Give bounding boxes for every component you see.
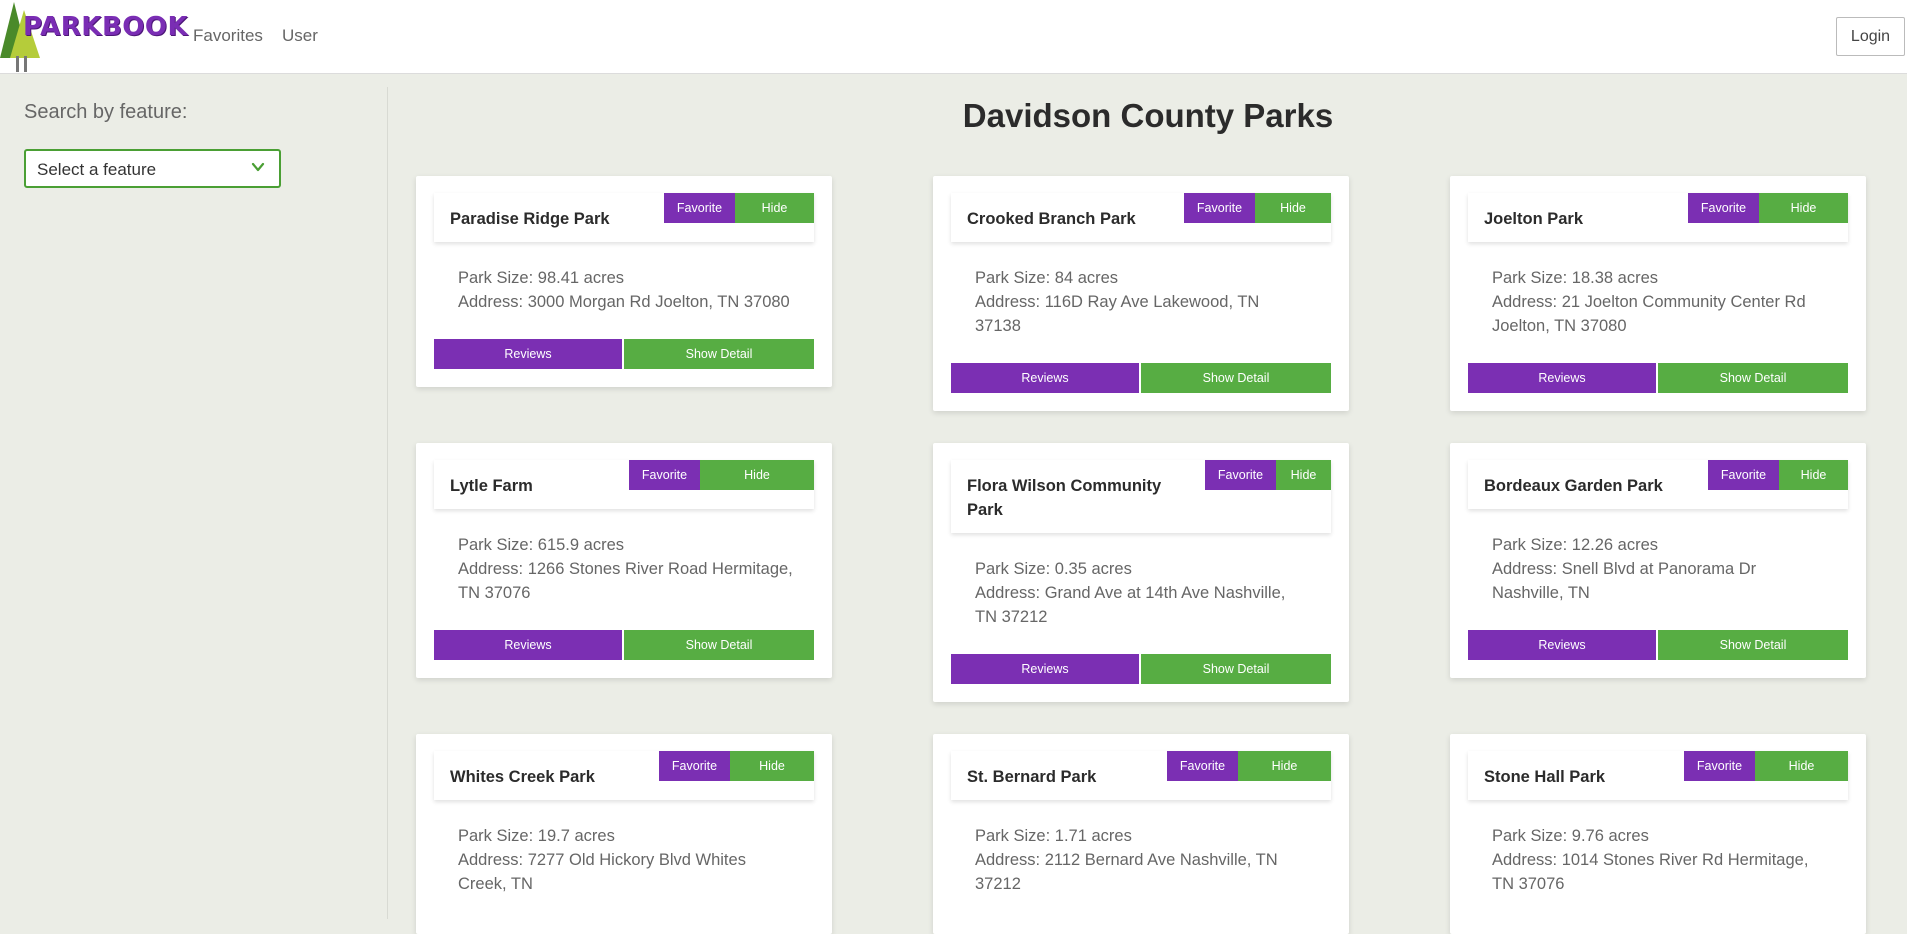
park-name: Joelton Park: [1484, 210, 1584, 228]
park-card: Joelton Park Favorite Hide Park Size: 18…: [1450, 176, 1866, 411]
park-card-header: Whites Creek Park Favorite Hide: [434, 751, 814, 800]
favorite-button[interactable]: Favorite: [664, 193, 735, 223]
park-size: Park Size: 12.26 acres: [1492, 536, 1658, 554]
park-name: Stone Hall Park: [1484, 768, 1606, 786]
park-size: Park Size: 1.71 acres: [975, 827, 1132, 845]
reviews-button[interactable]: Reviews: [951, 654, 1139, 684]
favorite-button[interactable]: Favorite: [659, 751, 730, 781]
hide-button[interactable]: Hide: [1276, 460, 1331, 490]
sidebar: Search by feature: Select a feature: [0, 87, 388, 919]
park-card: St. Bernard Park Favorite Hide Park Size…: [933, 734, 1349, 934]
reviews-button[interactable]: Reviews: [434, 339, 622, 369]
park-card-header: Flora Wilson Community Park Favorite Hid…: [951, 460, 1331, 533]
nav-link-favorites[interactable]: Favorites: [193, 26, 263, 46]
park-address: Address: Grand Ave at 14th Ave Nashville…: [975, 584, 1286, 626]
hide-button[interactable]: Hide: [1779, 460, 1848, 490]
park-details: Park Size: 12.26 acres Address: Snell Bl…: [1492, 533, 1802, 605]
hide-button[interactable]: Hide: [1255, 193, 1331, 223]
nav-link-user[interactable]: User: [282, 26, 318, 46]
park-card-header: Crooked Branch Park Favorite Hide: [951, 193, 1331, 242]
park-size: Park Size: 19.7 acres: [458, 827, 615, 845]
show-detail-button[interactable]: Show Detail: [1658, 363, 1848, 393]
parkbook-logo[interactable]: PARKBOOK: [0, 0, 188, 74]
park-name: Whites Creek Park: [450, 768, 595, 786]
hide-button[interactable]: Hide: [735, 193, 814, 223]
navbar: PARKBOOK Favorites User Login: [0, 0, 1907, 74]
hide-button[interactable]: Hide: [1238, 751, 1331, 781]
hide-button[interactable]: Hide: [730, 751, 814, 781]
logo-text: PARKBOOK: [23, 12, 189, 42]
show-detail-button[interactable]: Show Detail: [1658, 630, 1848, 660]
hide-button[interactable]: Hide: [1755, 751, 1848, 781]
park-size: Park Size: 9.76 acres: [1492, 827, 1649, 845]
park-name: Flora Wilson Community Park: [967, 477, 1162, 519]
park-details: Park Size: 1.71 acres Address: 2112 Bern…: [975, 824, 1285, 896]
park-address: Address: 2112 Bernard Ave Nashville, TN …: [975, 851, 1278, 893]
park-size: Park Size: 98.41 acres: [458, 269, 624, 287]
park-name: St. Bernard Park: [967, 768, 1097, 786]
page-title: Davidson County Parks: [962, 97, 1334, 134]
park-name: Bordeaux Garden Park: [1484, 477, 1663, 495]
park-name: Paradise Ridge Park: [450, 210, 610, 228]
reviews-button[interactable]: Reviews: [951, 363, 1139, 393]
park-details: Park Size: 615.9 acres Address: 1266 Sto…: [458, 533, 798, 605]
show-detail-button[interactable]: Show Detail: [624, 630, 814, 660]
park-address: Address: 3000 Morgan Rd Joelton, TN 3708…: [458, 293, 790, 311]
park-name: Crooked Branch Park: [967, 210, 1136, 228]
park-size: Park Size: 84 acres: [975, 269, 1119, 287]
feature-select[interactable]: Select a feature: [24, 149, 281, 188]
chevron-down-icon: [251, 162, 265, 172]
park-card: Paradise Ridge Park Favorite Hide Park S…: [416, 176, 832, 387]
park-size: Park Size: 615.9 acres: [458, 536, 624, 554]
park-address: Address: 21 Joelton Community Center Rd …: [1492, 293, 1806, 335]
park-address: Address: 116D Ray Ave Lakewood, TN 37138: [975, 293, 1260, 335]
park-card: Whites Creek Park Favorite Hide Park Siz…: [416, 734, 832, 934]
hide-button[interactable]: Hide: [1759, 193, 1848, 223]
feature-select-value: Select a feature: [37, 160, 157, 179]
park-details: Park Size: 0.35 acres Address: Grand Ave…: [975, 557, 1305, 629]
park-address: Address: 1266 Stones River Road Hermitag…: [458, 560, 793, 602]
favorite-button[interactable]: Favorite: [629, 460, 700, 490]
reviews-button[interactable]: Reviews: [1468, 630, 1656, 660]
park-name: Lytle Farm: [450, 477, 533, 495]
park-details: Park Size: 98.41 acres Address: 3000 Mor…: [458, 266, 808, 314]
park-card-header: Joelton Park Favorite Hide: [1468, 193, 1848, 242]
park-card-header: Paradise Ridge Park Favorite Hide: [434, 193, 814, 242]
hide-button[interactable]: Hide: [700, 460, 814, 490]
park-details: Park Size: 18.38 acres Address: 21 Joelt…: [1492, 266, 1822, 338]
park-card: Crooked Branch Park Favorite Hide Park S…: [933, 176, 1349, 411]
park-address: Address: Snell Blvd at Panorama Dr Nashv…: [1492, 560, 1757, 602]
show-detail-button[interactable]: Show Detail: [624, 339, 814, 369]
favorite-button[interactable]: Favorite: [1688, 193, 1759, 223]
park-card: Lytle Farm Favorite Hide Park Size: 615.…: [416, 443, 832, 678]
park-card-header: Lytle Farm Favorite Hide: [434, 460, 814, 509]
park-card-header: Bordeaux Garden Park Favorite Hide: [1468, 460, 1848, 509]
favorite-button[interactable]: Favorite: [1205, 460, 1276, 490]
favorite-button[interactable]: Favorite: [1708, 460, 1779, 490]
login-button[interactable]: Login: [1836, 17, 1905, 56]
park-details: Park Size: 84 acres Address: 116D Ray Av…: [975, 266, 1285, 338]
search-by-feature-label: Search by feature:: [24, 101, 188, 123]
park-card: Stone Hall Park Favorite Hide Park Size:…: [1450, 734, 1866, 934]
park-card: Bordeaux Garden Park Favorite Hide Park …: [1450, 443, 1866, 678]
favorite-button[interactable]: Favorite: [1684, 751, 1755, 781]
park-card-header: St. Bernard Park Favorite Hide: [951, 751, 1331, 800]
park-size: Park Size: 0.35 acres: [975, 560, 1132, 578]
reviews-button[interactable]: Reviews: [434, 630, 622, 660]
park-card: Flora Wilson Community Park Favorite Hid…: [933, 443, 1349, 702]
show-detail-button[interactable]: Show Detail: [1141, 363, 1331, 393]
park-address: Address: 7277 Old Hickory Blvd Whites Cr…: [458, 851, 746, 893]
show-detail-button[interactable]: Show Detail: [1141, 654, 1331, 684]
park-details: Park Size: 19.7 acres Address: 7277 Old …: [458, 824, 768, 896]
favorite-button[interactable]: Favorite: [1167, 751, 1238, 781]
park-details: Park Size: 9.76 acres Address: 1014 Ston…: [1492, 824, 1822, 896]
favorite-button[interactable]: Favorite: [1184, 193, 1255, 223]
reviews-button[interactable]: Reviews: [1468, 363, 1656, 393]
park-size: Park Size: 18.38 acres: [1492, 269, 1658, 287]
park-card-header: Stone Hall Park Favorite Hide: [1468, 751, 1848, 800]
park-address: Address: 1014 Stones River Rd Hermitage,…: [1492, 851, 1809, 893]
